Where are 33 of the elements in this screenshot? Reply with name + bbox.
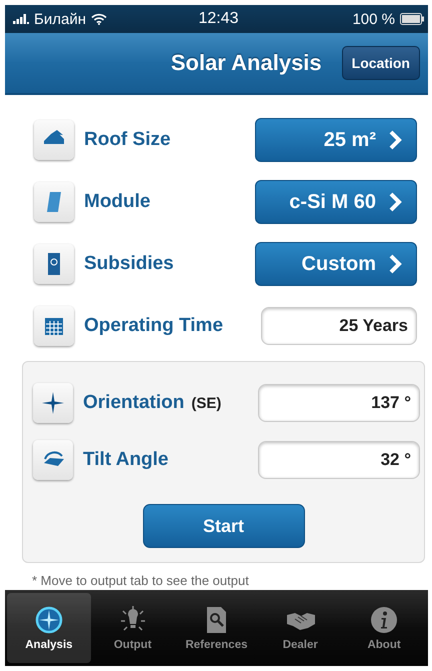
chevron-icon [388,192,402,212]
tab[interactable]: Dealer [258,593,342,663]
wifi-icon [90,13,107,25]
field-label: Roof Size [84,129,171,151]
signal-icon [13,14,29,24]
field-label: Orientation [83,392,184,414]
chevron-icon [388,130,402,150]
input-field[interactable]: 137 ° [258,384,420,422]
value-picker-button[interactable]: c-Si M 60 [255,180,417,224]
compass-icon [34,605,64,635]
value-picker-button[interactable]: Custom [255,242,417,286]
status-time: 12:43 [198,10,239,28]
footnote: * Move to output tab to see the output [32,573,250,588]
field-label: Operating Time [84,315,224,337]
field-label: Module [84,191,150,213]
tab[interactable]: Analysis [7,593,91,663]
location-button[interactable]: Location [342,46,420,80]
tab[interactable]: Output [90,593,175,663]
input-field[interactable]: 32 ° [258,440,420,478]
start-button[interactable]: Start [142,504,304,548]
tab[interactable]: References [174,593,258,663]
tab[interactable]: About [342,593,426,663]
field-label: Tilt Angle [83,448,168,470]
value-picker-button[interactable]: 25 m² [255,118,417,162]
input-field[interactable]: 25 Years [261,307,417,345]
battery-icon [400,13,424,25]
info-icon [369,605,400,635]
chevron-icon [388,254,402,274]
carrier-name: Билайн [34,10,86,28]
battery-percent: 100 % [352,10,395,28]
field-label: Subsidies [84,253,174,275]
direction-note: (SE) [191,394,222,412]
screen-title: Solar Analysis [170,50,322,76]
